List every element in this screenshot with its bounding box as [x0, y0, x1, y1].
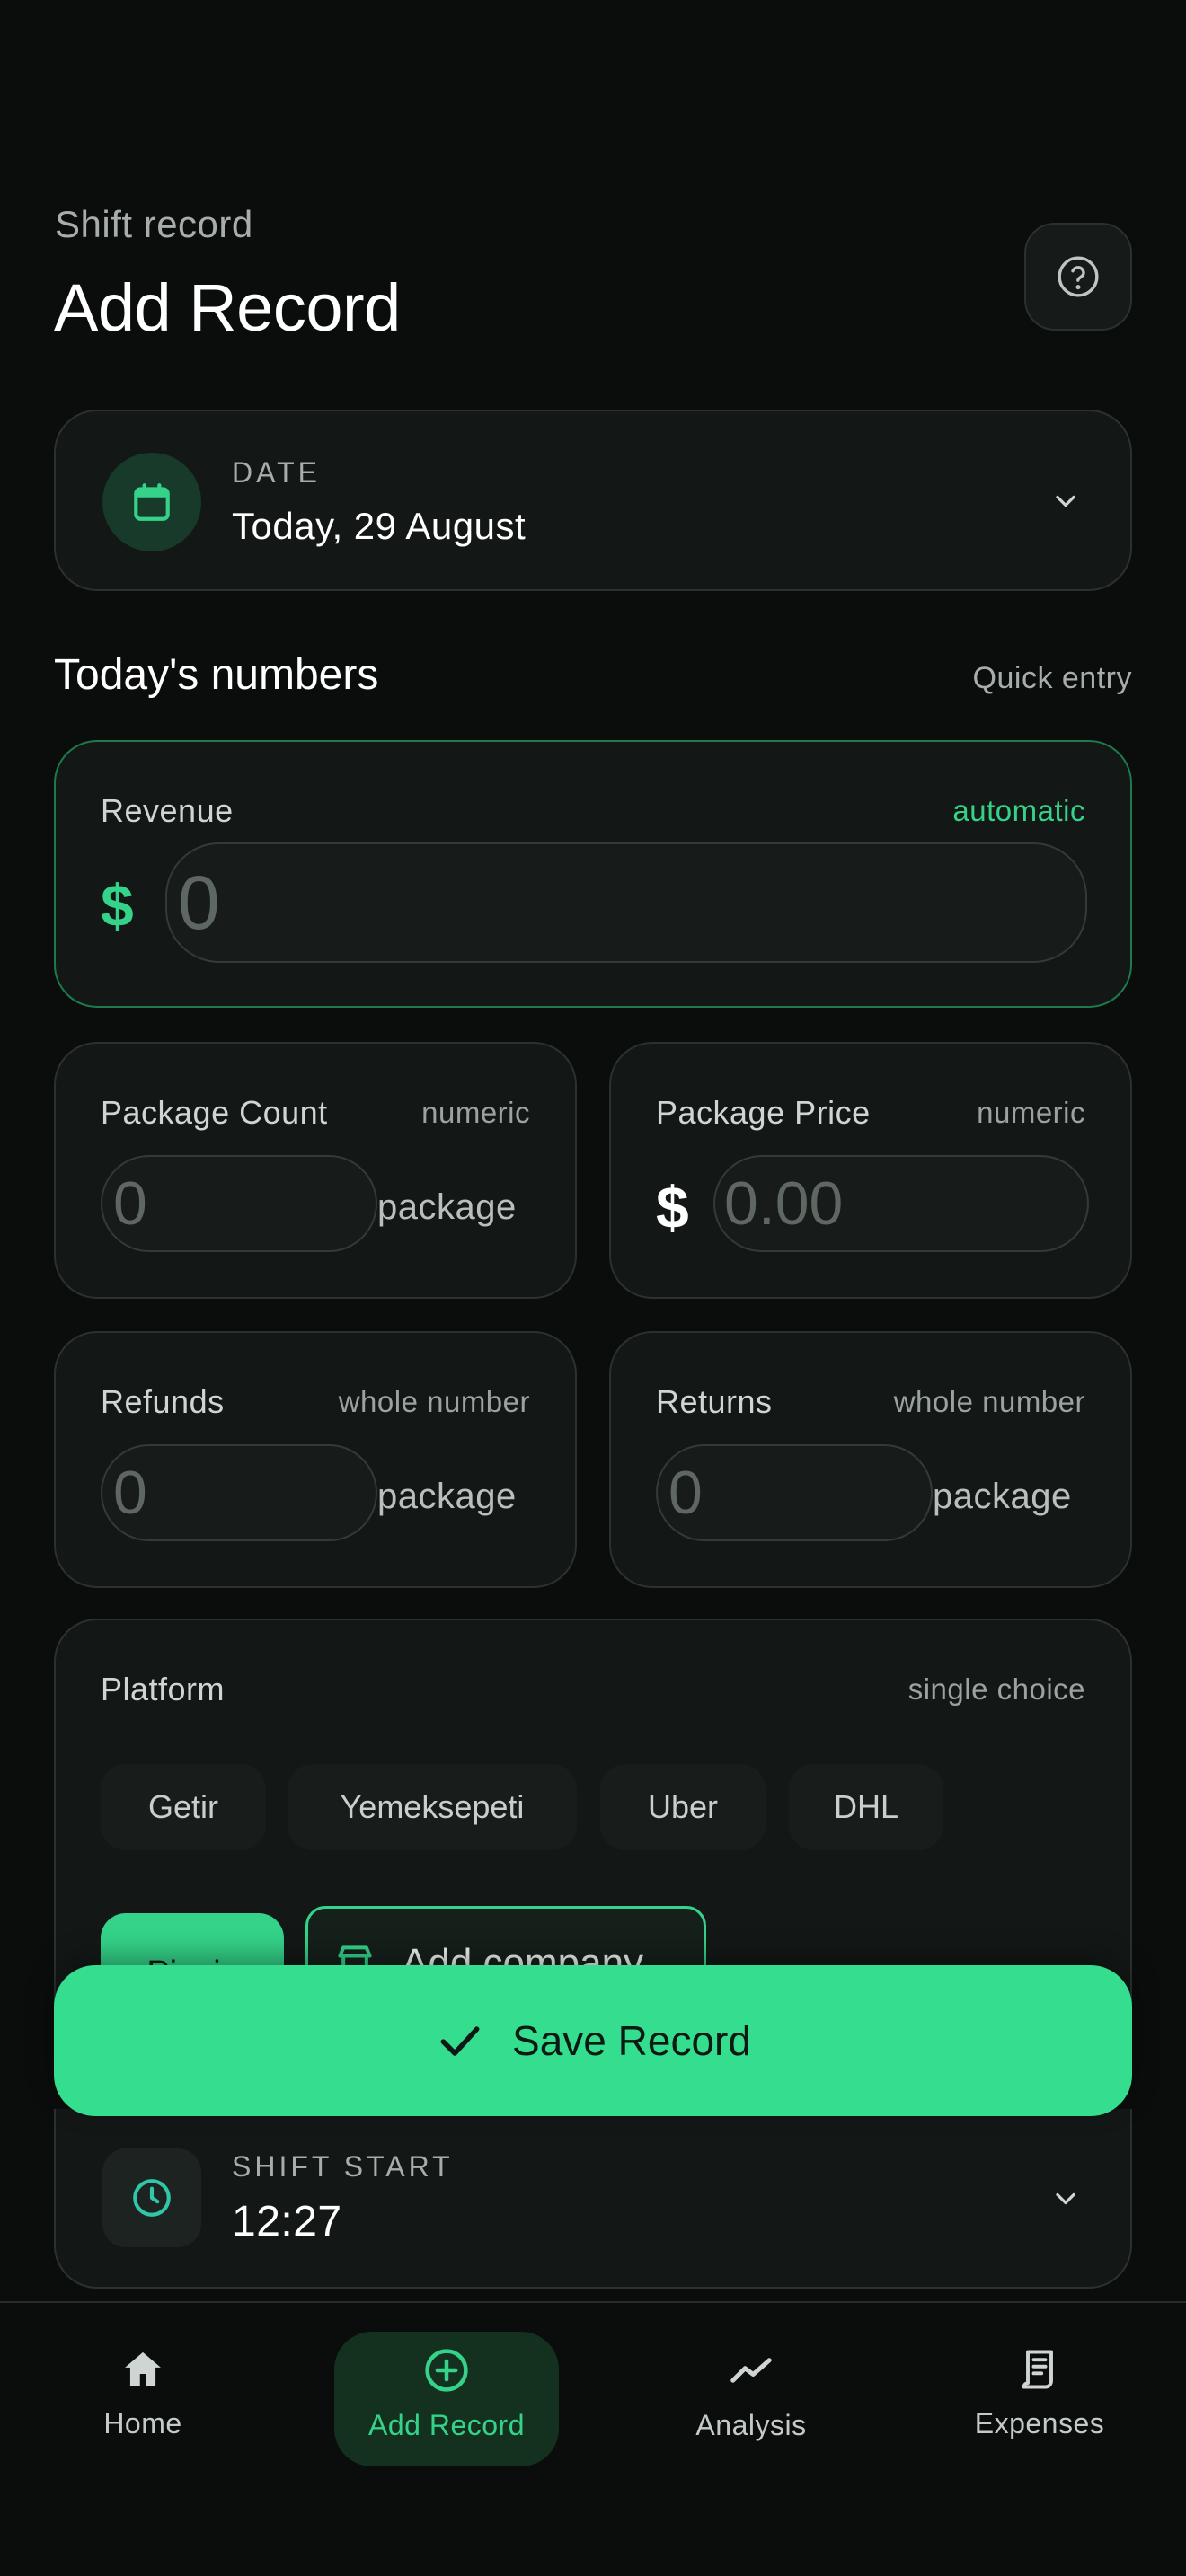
receipt-icon: [1022, 2350, 1053, 2389]
refunds-input[interactable]: 0: [101, 1444, 377, 1541]
bottom-navigation: Home Add Record Analysis Expenses: [0, 2301, 1186, 2576]
refunds-unit: package: [377, 1477, 517, 1516]
help-button[interactable]: [1024, 223, 1132, 331]
chevron-down-icon: [1048, 483, 1084, 519]
save-record-button[interactable]: Save Record: [54, 1965, 1132, 2116]
quick-entry-link[interactable]: Quick entry: [973, 661, 1132, 696]
page-subtitle: Shift record: [55, 203, 253, 245]
platform-chip-yemeksepeti[interactable]: Yemeksepeti: [288, 1764, 577, 1850]
platform-chip-getir[interactable]: Getir: [101, 1764, 266, 1850]
revenue-hint: automatic: [952, 794, 1085, 827]
refunds-placeholder: 0: [113, 1459, 147, 1527]
shift-start-value: 12:27: [232, 2198, 342, 2245]
chevron-down-icon: [1048, 2181, 1084, 2217]
package-count-placeholder: 0: [113, 1169, 147, 1238]
package-count-input[interactable]: 0: [101, 1155, 377, 1252]
date-value: Today, 29 August: [232, 505, 527, 547]
package-price-card: Package Price numeric $ 0.00: [609, 1042, 1132, 1299]
returns-label: Returns: [656, 1383, 773, 1420]
revenue-placeholder: 0: [178, 860, 220, 945]
nav-label-expenses: Expenses: [974, 2407, 1105, 2439]
nav-item-home[interactable]: Home: [31, 2332, 255, 2466]
home-icon: [125, 2351, 161, 2386]
page-title: Add Record: [54, 270, 401, 345]
check-icon: [440, 2026, 480, 2056]
package-count-hint: numeric: [421, 1096, 530, 1129]
trend-line-icon: [730, 2358, 772, 2383]
save-record-label: Save Record: [512, 2017, 751, 2064]
platform-label: Platform: [101, 1671, 226, 1707]
platform-chip-dhl[interactable]: DHL: [789, 1764, 943, 1850]
package-price-currency: $: [656, 1174, 689, 1240]
clock-icon: [133, 2179, 171, 2217]
nav-item-analysis[interactable]: Analysis: [639, 2332, 863, 2466]
returns-placeholder: 0: [668, 1459, 703, 1527]
refunds-label: Refunds: [101, 1383, 225, 1420]
calendar-icon-badge: [102, 453, 201, 551]
returns-hint: whole number: [893, 1385, 1085, 1418]
nav-label-analysis: Analysis: [695, 2409, 807, 2441]
nav-item-add-record[interactable]: Add Record: [334, 2332, 559, 2466]
package-count-card: Package Count numeric 0 package: [54, 1042, 577, 1299]
package-count-label: Package Count: [101, 1094, 328, 1131]
revenue-input[interactable]: 0: [165, 842, 1087, 963]
clock-icon-badge: [102, 2148, 201, 2247]
revenue-card: Revenue automatic $ 0: [54, 740, 1132, 1008]
date-caption: DATE: [232, 456, 321, 489]
plus-circle-icon: [425, 2349, 468, 2392]
nav-label-home: Home: [103, 2407, 182, 2439]
revenue-label: Revenue: [101, 792, 234, 829]
refunds-card: Refunds whole number 0 package: [54, 1331, 577, 1588]
platform-chip-uber[interactable]: Uber: [600, 1764, 766, 1850]
package-price-hint: numeric: [977, 1096, 1085, 1129]
date-selector[interactable]: DATE Today, 29 August: [54, 410, 1132, 591]
returns-unit: package: [933, 1477, 1072, 1516]
refunds-hint: whole number: [338, 1385, 530, 1418]
package-price-label: Package Price: [656, 1094, 871, 1131]
returns-input[interactable]: 0: [656, 1444, 933, 1541]
help-circle-icon: [1058, 256, 1099, 297]
nav-item-expenses[interactable]: Expenses: [927, 2332, 1152, 2466]
revenue-currency: $: [101, 872, 134, 939]
package-count-unit: package: [377, 1187, 517, 1227]
shift-start-selector[interactable]: SHIFT START 12:27: [54, 2109, 1132, 2289]
returns-card: Returns whole number 0 package: [609, 1331, 1132, 1588]
platform-hint: single choice: [907, 1672, 1085, 1706]
section-title: Today's numbers: [54, 651, 379, 699]
package-price-placeholder: 0.00: [724, 1169, 844, 1238]
calendar-icon: [134, 483, 170, 521]
package-price-input[interactable]: 0.00: [713, 1155, 1089, 1252]
shift-start-caption: SHIFT START: [232, 2150, 454, 2183]
nav-label-add-record: Add Record: [368, 2409, 525, 2441]
